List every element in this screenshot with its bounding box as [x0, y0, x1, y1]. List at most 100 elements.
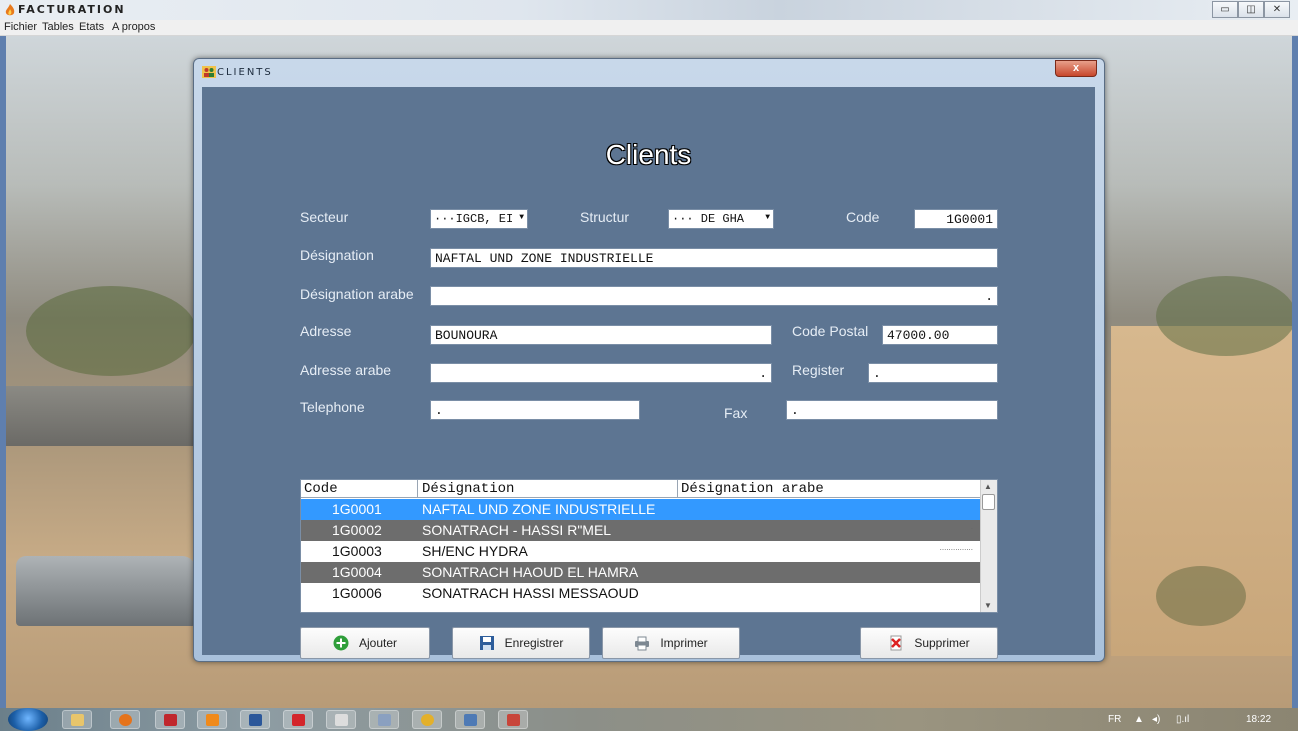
fax-label: Fax	[724, 405, 748, 421]
row-designation-arabe: ...............	[939, 543, 973, 552]
palm-tree	[26, 286, 196, 376]
secteur-label: Secteur	[300, 209, 349, 225]
menu-a-propos[interactable]: A propos	[112, 21, 155, 33]
palm-tree-right	[1156, 276, 1292, 356]
row-designation: SONATRACH HAOUD EL HAMRA	[422, 564, 639, 580]
code-postal-label: Code Postal	[792, 323, 869, 339]
row-designation: NAFTAL UND ZONE INDUSTRIELLE	[422, 501, 656, 517]
column-divider	[417, 480, 418, 498]
register-label: Register	[792, 362, 845, 378]
fax-field[interactable]: .	[786, 400, 998, 420]
delete-icon	[890, 635, 902, 651]
minimize-button[interactable]: ▭	[1212, 1, 1238, 18]
app-titlebar: FACTURATION ▭ ◫ ✕	[0, 0, 1298, 20]
taskbar-window[interactable]	[455, 710, 485, 729]
structur-label: Structur	[580, 209, 630, 225]
structur-value: ··· DE GHA	[672, 212, 745, 226]
taskbar-firefox[interactable]	[110, 710, 140, 729]
firefox-icon	[119, 714, 132, 726]
adresse-arabe-field[interactable]: .	[430, 363, 772, 383]
printer-icon	[635, 636, 650, 651]
menu-bar: Fichier Tables Etats A propos	[0, 20, 1298, 36]
adresse-field[interactable]: BOUNOURA	[430, 325, 772, 345]
taskbar-word[interactable]	[240, 710, 270, 729]
start-button[interactable]	[8, 708, 48, 731]
volume-icon[interactable]: ◂)	[1152, 714, 1160, 725]
menu-tables[interactable]: Tables	[42, 21, 74, 33]
pe-icon	[164, 714, 177, 726]
designation-arabe-field[interactable]: .	[430, 286, 998, 306]
telephone-field[interactable]: .	[430, 400, 640, 420]
folder-icon	[71, 714, 84, 726]
menu-etats[interactable]: Etats	[79, 21, 104, 33]
scroll-down-icon[interactable]: ▼	[984, 601, 992, 610]
word-icon	[249, 714, 262, 726]
chevron-down-icon: ▼	[765, 213, 770, 222]
telephone-label: Telephone	[300, 399, 365, 415]
taskbar-facturation[interactable]	[498, 710, 528, 729]
column-divider	[677, 480, 678, 498]
enregistrer-button[interactable]: Enregistrer	[452, 627, 590, 659]
table-row[interactable]: 1G0004 SONATRACH HAOUD EL HAMRA	[301, 562, 981, 583]
row-code: 1G0001	[332, 501, 382, 517]
row-code: 1G0006	[332, 585, 382, 601]
app-title: FACTURATION	[18, 3, 126, 16]
clients-table[interactable]: Code Désignation Désignation arabe 1G000…	[300, 479, 998, 613]
cursor-icon	[335, 714, 348, 726]
language-indicator[interactable]: FR	[1108, 714, 1121, 725]
dialog-close-button[interactable]: x	[1055, 60, 1097, 77]
table-row[interactable]: 1G0002 SONATRACH - HASSI R"MEL .	[301, 520, 981, 541]
window-icon	[464, 714, 477, 726]
table-header: Code Désignation Désignation arabe	[301, 480, 981, 498]
structur-select[interactable]: ··· DE GHA ▼	[668, 209, 774, 229]
table-scrollbar[interactable]: ▲ ▼	[980, 480, 997, 612]
taskbar-paint[interactable]	[369, 710, 399, 729]
users-icon	[202, 66, 216, 78]
adresse-arabe-label: Adresse arabe	[300, 362, 392, 378]
code-postal-field[interactable]: 47000.00	[882, 325, 998, 345]
taskbar-explorer[interactable]	[62, 710, 92, 729]
table-row[interactable]: 1G0006 SONATRACH HASSI MESSAOUD	[301, 583, 981, 604]
imprimer-button[interactable]: Imprimer	[602, 627, 740, 659]
taskbar-media[interactable]	[197, 710, 227, 729]
network-icon[interactable]: ▯.ıl	[1176, 714, 1189, 725]
ajouter-label: Ajouter	[358, 636, 398, 650]
taskbar-pdf[interactable]	[283, 710, 313, 729]
designation-field[interactable]: NAFTAL UND ZONE INDUSTRIELLE	[430, 248, 998, 268]
code-label: Code	[846, 209, 880, 225]
clients-dialog: CLIENTS x Clients Secteur ···IGCB, EI ▼ …	[193, 58, 1105, 662]
ajouter-button[interactable]: Ajouter	[300, 627, 430, 659]
scroll-thumb[interactable]	[982, 494, 995, 510]
supprimer-button[interactable]: Supprimer	[860, 627, 998, 659]
taskbar-app[interactable]	[326, 710, 356, 729]
menu-fichier[interactable]: Fichier	[4, 21, 37, 33]
show-hidden-icons-icon[interactable]: ▲	[1134, 714, 1144, 725]
secteur-select[interactable]: ···IGCB, EI ▼	[430, 209, 528, 229]
dialog-title: CLIENTS	[217, 67, 273, 78]
close-window-button[interactable]: ✕	[1264, 1, 1290, 18]
imprimer-label: Imprimer	[660, 636, 708, 650]
column-header-designation-arabe[interactable]: Désignation arabe	[681, 481, 824, 497]
register-field[interactable]: .	[868, 363, 998, 383]
column-header-code[interactable]: Code	[304, 481, 338, 497]
clock[interactable]: 18:22	[1246, 714, 1271, 725]
table-row[interactable]: 1G0001 NAFTAL UND ZONE INDUSTRIELLE	[301, 499, 981, 520]
row-code: 1G0003	[332, 543, 382, 559]
clients-form-panel: Clients Secteur ···IGCB, EI ▼ Structur ·…	[202, 87, 1095, 659]
shed-roof	[6, 386, 196, 446]
facturation-icon	[507, 714, 520, 726]
chrome-icon	[421, 714, 434, 726]
scroll-up-icon[interactable]: ▲	[984, 482, 992, 491]
row-code: 1G0002	[332, 522, 382, 538]
table-row[interactable]: 1G0003 SH/ENC HYDRA ...............	[301, 541, 981, 562]
column-header-designation[interactable]: Désignation	[422, 481, 514, 497]
taskbar-pe[interactable]	[155, 710, 185, 729]
car	[16, 556, 196, 626]
pdf-icon	[292, 714, 305, 726]
row-designation: SONATRACH - HASSI R"MEL	[422, 522, 612, 538]
taskbar-chrome[interactable]	[412, 710, 442, 729]
row-code: 1G0004	[332, 564, 382, 580]
restore-button[interactable]: ◫	[1238, 1, 1264, 18]
secteur-value: ···IGCB, EI	[434, 212, 514, 226]
code-field[interactable]: 1G0001	[914, 209, 998, 229]
